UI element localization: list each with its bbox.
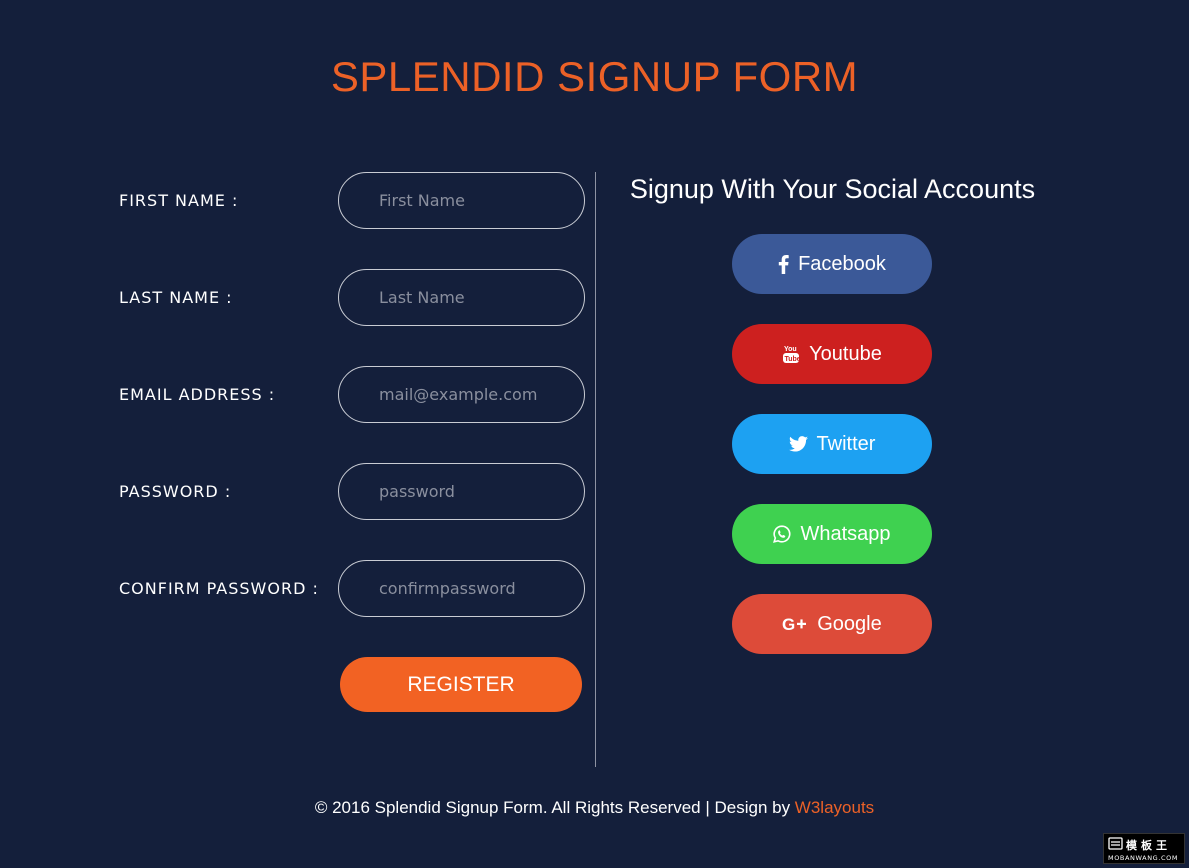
svg-text:Tube: Tube — [785, 356, 801, 363]
youtube-label: Youtube — [809, 342, 882, 365]
svg-text:G: G — [782, 616, 795, 632]
footer-text: © 2016 Splendid Signup Form. All Rights … — [314, 798, 795, 817]
svg-text:MOBANWANG.COM: MOBANWANG.COM — [1108, 854, 1178, 862]
social-title: Signup With Your Social Accounts — [629, 174, 1036, 204]
google-label: Google — [817, 612, 882, 635]
facebook-icon — [778, 254, 789, 274]
footer: © 2016 Splendid Signup Form. All Rights … — [0, 796, 1189, 820]
svg-text:You: You — [784, 346, 797, 353]
youtube-icon: You Tube — [782, 344, 800, 364]
vertical-divider — [595, 172, 596, 767]
first-name-label: FIRST NAME : — [119, 191, 239, 210]
whatsapp-label: Whatsapp — [800, 522, 891, 545]
last-name-row: LAST NAME : — [0, 269, 600, 326]
last-name-label: LAST NAME : — [119, 288, 233, 307]
signup-page: SPLENDID SIGNUP FORM FIRST NAME : LAST N… — [0, 0, 1189, 868]
password-label: PASSWORD : — [119, 482, 232, 501]
confirm-password-label: CONFIRM PASSWORD : — [119, 579, 319, 598]
first-name-input[interactable] — [338, 172, 585, 229]
twitter-label: Twitter — [816, 432, 876, 455]
facebook-button[interactable]: Facebook — [732, 234, 932, 294]
email-row: EMAIL ADDRESS : — [0, 366, 600, 423]
youtube-button[interactable]: You Tube Youtube — [732, 324, 932, 384]
facebook-label: Facebook — [798, 252, 886, 275]
register-button[interactable]: REGISTER — [340, 657, 582, 712]
google-plus-icon: G — [782, 616, 808, 632]
email-input[interactable] — [338, 366, 585, 423]
email-label: EMAIL ADDRESS : — [119, 385, 276, 404]
twitter-button[interactable]: Twitter — [732, 414, 932, 474]
whatsapp-icon — [773, 525, 791, 543]
watermark-logo: 模板王 MOBANWANG.COM — [1103, 833, 1185, 864]
twitter-icon — [788, 436, 808, 452]
password-row: PASSWORD : — [0, 463, 600, 520]
page-title: SPLENDID SIGNUP FORM — [330, 53, 859, 100]
last-name-input[interactable] — [338, 269, 585, 326]
first-name-row: FIRST NAME : — [0, 172, 600, 229]
svg-text:模板王: 模板王 — [1126, 838, 1171, 852]
password-input[interactable] — [338, 463, 585, 520]
confirm-password-input[interactable] — [338, 560, 585, 617]
confirm-password-row: CONFIRM PASSWORD : — [0, 560, 600, 617]
whatsapp-button[interactable]: Whatsapp — [732, 504, 932, 564]
google-button[interactable]: G Google — [732, 594, 932, 654]
footer-link[interactable]: W3layouts — [795, 798, 874, 817]
